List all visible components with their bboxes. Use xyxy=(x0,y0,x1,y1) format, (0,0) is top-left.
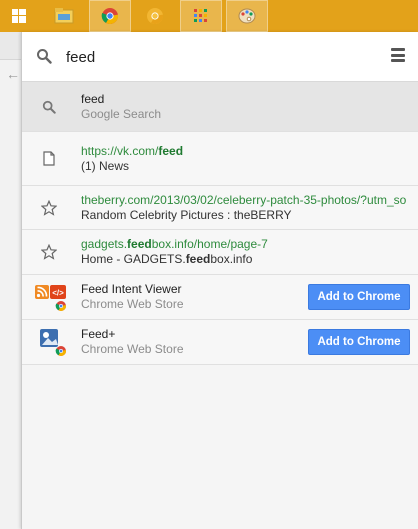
taskbar xyxy=(0,0,418,32)
suggestion-url: https://vk.com/feed xyxy=(81,143,184,158)
suggestion-google-search[interactable]: feed Google Search xyxy=(22,82,418,132)
windows-start-button[interactable] xyxy=(0,0,38,32)
search-icon xyxy=(40,98,58,116)
folder-icon xyxy=(54,8,74,24)
suggestion-history[interactable]: https://vk.com/feed (1) News xyxy=(22,132,418,186)
taskbar-file-explorer[interactable] xyxy=(43,0,85,32)
suggestion-title: feed xyxy=(81,91,105,106)
app-launcher-panel: feed Google Search https://vk.com/feed (… xyxy=(21,32,418,529)
suggestion-bookmark[interactable]: theberry.com/2013/03/02/celeberry-patch-… xyxy=(22,186,418,230)
search-bar xyxy=(22,32,418,82)
add-to-chrome-button[interactable]: Add to Chrome xyxy=(308,329,410,355)
suggestion-bookmark[interactable]: gadgets.feedbox.info/home/page-7 Home - … xyxy=(22,230,418,275)
results-list: feed Google Search https://vk.com/feed (… xyxy=(22,82,418,365)
app-source: Chrome Web Store xyxy=(81,297,184,311)
menu-bar-icon xyxy=(391,48,405,51)
menu-bar-icon xyxy=(391,53,405,57)
suggestion-url: theberry.com/2013/03/02/celeberry-patch-… xyxy=(81,192,407,207)
menu-bar-icon xyxy=(391,59,405,62)
svg-text:</>: </> xyxy=(52,289,64,298)
paint-palette-icon xyxy=(238,8,256,24)
menu-button[interactable] xyxy=(391,48,405,62)
search-input[interactable] xyxy=(66,44,366,70)
browser-tab-strip xyxy=(0,32,22,60)
taskbar-chrome[interactable] xyxy=(89,0,131,32)
chrome-icon xyxy=(101,8,119,24)
feed-plus-icon xyxy=(40,329,66,356)
app-suggestion-feed-plus[interactable]: Feed+ Chrome Web Store Add to Chrome xyxy=(22,320,418,365)
taskbar-app-launcher[interactable] xyxy=(180,0,222,32)
suggestion-title: Home - GADGETS.feedbox.info xyxy=(81,252,253,266)
background-browser-window: ← xyxy=(0,32,22,529)
back-arrow-icon[interactable]: ← xyxy=(6,66,20,82)
add-to-chrome-button[interactable]: Add to Chrome xyxy=(308,284,410,310)
search-icon xyxy=(37,49,52,64)
star-icon xyxy=(40,243,58,261)
app-name: Feed+ xyxy=(81,327,116,341)
suggestion-url: gadgets.feedbox.info/home/page-7 xyxy=(81,237,268,251)
taskbar-chrome-canary[interactable] xyxy=(134,0,176,32)
suggestion-title: Random Celebrity Pictures : theBERRY xyxy=(81,207,292,222)
taskbar-paint[interactable] xyxy=(226,0,268,32)
suggestion-title: (1) News xyxy=(81,158,130,173)
chrome-canary-icon xyxy=(147,8,164,24)
app-suggestion-feed-intent-viewer[interactable]: </> Feed Intent Viewer Chrome Web Store … xyxy=(22,275,418,320)
windows-logo-icon xyxy=(12,9,26,23)
app-grid-icon xyxy=(194,9,207,22)
page-icon xyxy=(40,150,58,168)
feed-intent-viewer-icon: </> xyxy=(35,285,66,311)
star-icon xyxy=(40,199,58,217)
app-source: Chrome Web Store xyxy=(81,342,184,356)
suggestion-subtitle: Google Search xyxy=(81,106,162,121)
app-name: Feed Intent Viewer xyxy=(81,282,182,296)
